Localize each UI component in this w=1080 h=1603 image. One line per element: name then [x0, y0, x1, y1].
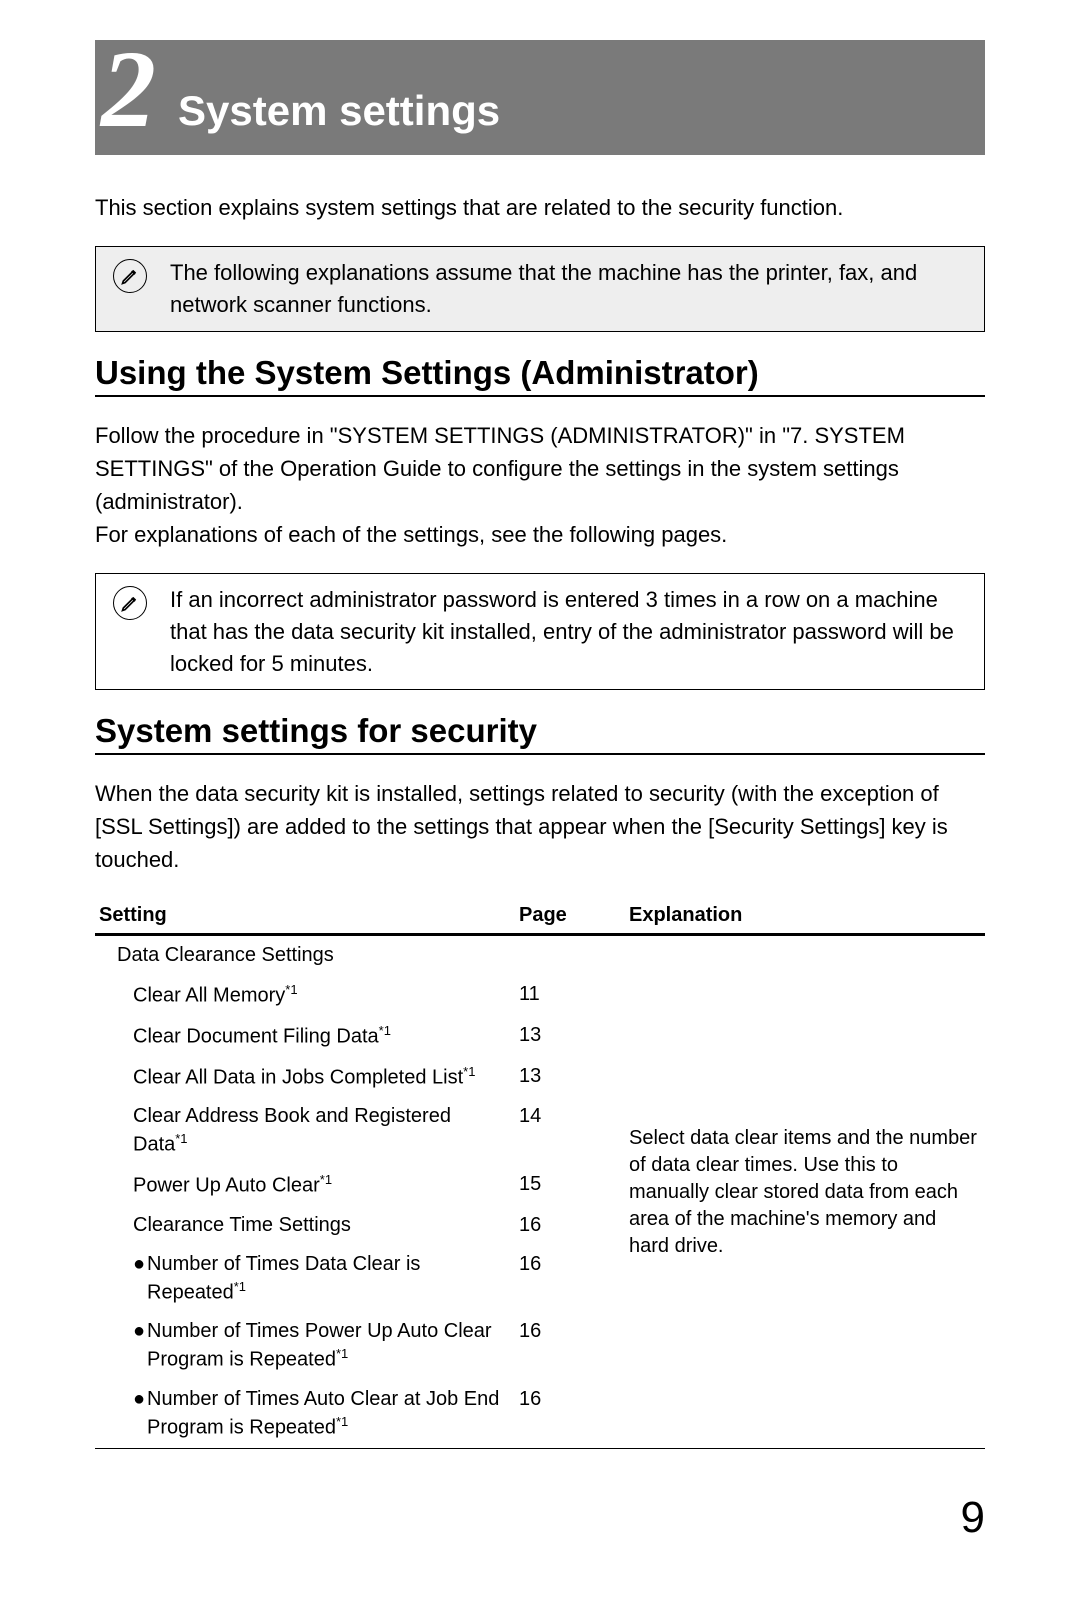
table-setting-cell: ●Number of Times Auto Clear at Job End P… — [95, 1380, 515, 1448]
table-setting-cell: Clear Document Filing Data*1 — [95, 1016, 515, 1057]
pencil-note-icon — [106, 257, 154, 293]
security-settings-table: Setting Page Explanation Data Clearance … — [95, 898, 985, 1448]
table-page-cell: 13 — [515, 1016, 625, 1057]
table-page-cell: 16 — [515, 1312, 625, 1380]
table-page-cell: 16 — [515, 1206, 625, 1245]
page-number: 9 — [95, 1493, 985, 1543]
note-text: The following explanations assume that t… — [154, 257, 964, 321]
note-text: If an incorrect administrator password i… — [154, 584, 964, 680]
table-setting-cell: ●Number of Times Data Clear is Repeated*… — [95, 1245, 515, 1313]
table-page-cell: 14 — [515, 1097, 625, 1165]
table-header-explanation: Explanation — [625, 898, 985, 935]
security-paragraph: When the data security kit is installed,… — [95, 777, 985, 876]
chapter-number: 2 — [101, 40, 156, 145]
table-page-cell: 15 — [515, 1165, 625, 1206]
note-box-password-lock: If an incorrect administrator password i… — [95, 573, 985, 691]
intro-paragraph: This section explains system settings th… — [95, 191, 985, 224]
table-explanation-cell: Select data clear items and the number o… — [625, 935, 985, 1448]
table-page-cell: 16 — [515, 1380, 625, 1448]
table-page-cell: 11 — [515, 975, 625, 1016]
table-setting-cell: Clearance Time Settings — [95, 1206, 515, 1245]
table-setting-cell: Clear All Memory*1 — [95, 975, 515, 1016]
chapter-heading-band: 2 System settings — [95, 40, 985, 155]
table-setting-cell: ●Number of Times Power Up Auto Clear Pro… — [95, 1312, 515, 1380]
table-setting-cell: Clear Address Book and Registered Data*1 — [95, 1097, 515, 1165]
table-setting-cell: Clear All Data in Jobs Completed List*1 — [95, 1057, 515, 1098]
note-box-assumptions: The following explanations assume that t… — [95, 246, 985, 332]
table-header-setting: Setting — [95, 898, 515, 935]
section-heading-admin: Using the System Settings (Administrator… — [95, 354, 985, 397]
table-page-cell: 16 — [515, 1245, 625, 1313]
table-header-page: Page — [515, 898, 625, 935]
table-page-cell: 13 — [515, 1057, 625, 1098]
pencil-note-icon — [106, 584, 154, 620]
table-group-header: Data Clearance Settings — [95, 935, 515, 976]
table-setting-cell: Power Up Auto Clear*1 — [95, 1165, 515, 1206]
section-heading-security: System settings for security — [95, 712, 985, 755]
admin-paragraph: Follow the procedure in "SYSTEM SETTINGS… — [95, 419, 985, 551]
chapter-title: System settings — [178, 87, 500, 145]
